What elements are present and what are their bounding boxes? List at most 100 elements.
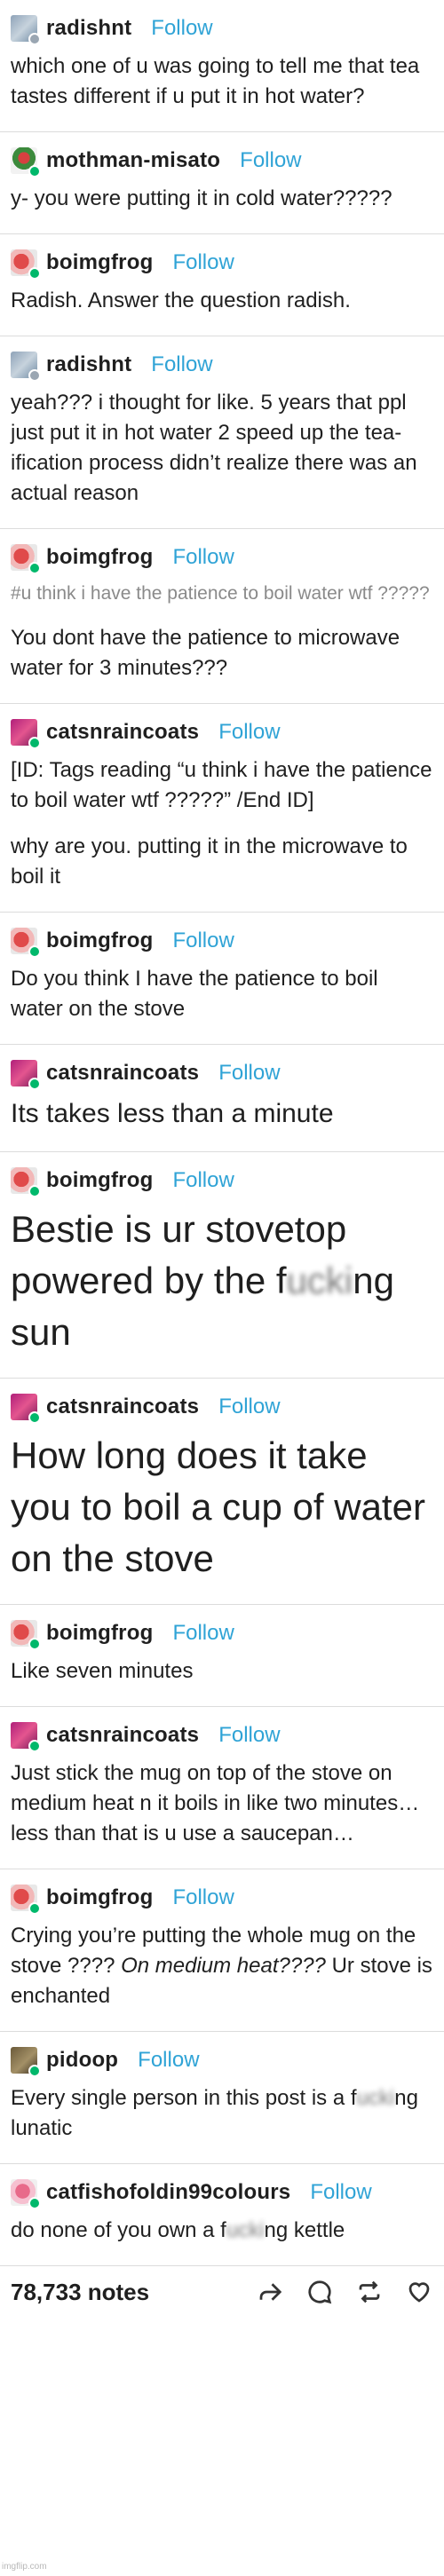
username[interactable]: catsnraincoats xyxy=(46,1723,199,1748)
username[interactable]: boimgfrog xyxy=(46,545,153,570)
follow-button[interactable]: Follow xyxy=(172,1168,234,1193)
username[interactable]: catsnraincoats xyxy=(46,720,199,745)
post-text: How long does it take you to boil a cup … xyxy=(11,1430,435,1584)
post-text: Its takes less than a minute xyxy=(11,1096,435,1132)
avatar[interactable] xyxy=(11,1394,41,1424)
text-segment: do none of you own a f xyxy=(11,2218,226,2242)
username[interactable]: boimgfrog xyxy=(46,1621,153,1646)
reblog-badge-icon xyxy=(28,737,41,749)
avatar[interactable] xyxy=(11,15,41,45)
post-header: catsnraincoats Follow xyxy=(11,1719,435,1752)
share-icon[interactable] xyxy=(256,2278,284,2306)
post-header: boimgfrog Follow xyxy=(11,1882,435,1915)
text-segment: Every single person in this post is a f xyxy=(11,2086,357,2110)
post: catsnraincoats Follow Just stick the mug o… xyxy=(0,1707,444,1869)
username[interactable]: catsnraincoats xyxy=(46,1395,199,1419)
reply-icon[interactable] xyxy=(305,2278,334,2306)
post-text: why are you. putting it in the microwave… xyxy=(11,832,435,892)
username[interactable]: boimgfrog xyxy=(46,250,153,275)
post: boimgfrog Follow Crying you’re putting the… xyxy=(0,1869,444,2032)
username[interactable]: boimgfrog xyxy=(46,928,153,953)
text-segment: yeah??? i thought for like. 5 years that… xyxy=(11,391,417,505)
avatar[interactable] xyxy=(11,1620,41,1650)
text-segment: On medium heat???? xyxy=(121,1954,326,1978)
reblog-badge-icon xyxy=(28,1078,41,1090)
username[interactable]: pidoop xyxy=(46,2048,118,2073)
post-header: catsnraincoats Follow xyxy=(11,716,435,749)
avatar[interactable] xyxy=(11,1722,41,1752)
follow-button[interactable]: Follow xyxy=(240,148,301,173)
reblog-badge-icon xyxy=(28,33,41,45)
post-header: catsnraincoats Follow xyxy=(11,1391,435,1424)
post-text: yeah??? i thought for like. 5 years that… xyxy=(11,388,435,509)
follow-button[interactable]: Follow xyxy=(172,1621,234,1646)
post-actions xyxy=(256,2278,433,2306)
avatar[interactable] xyxy=(11,719,41,749)
avatar[interactable] xyxy=(11,1167,41,1197)
follow-button[interactable]: Follow xyxy=(218,1395,280,1419)
reblog-icon[interactable] xyxy=(355,2278,384,2306)
post-text: [ID: Tags reading “u think i have the pa… xyxy=(11,755,435,816)
username[interactable]: radishnt xyxy=(46,16,131,41)
post-header: boimgfrog Follow xyxy=(11,1165,435,1197)
avatar[interactable] xyxy=(11,1885,41,1915)
post-text: Crying you’re putting the whole mug on t… xyxy=(11,1921,435,2011)
post: mothman-misato Follow y- you were putting … xyxy=(0,132,444,234)
post-header: radishnt Follow xyxy=(11,12,435,45)
imgflip-watermark: imgflip.com xyxy=(2,2562,47,2572)
follow-button[interactable]: Follow xyxy=(151,16,212,41)
avatar[interactable] xyxy=(11,2047,41,2077)
post: radishnt Follow yeah??? i thought for like… xyxy=(0,336,444,529)
reblog-badge-icon xyxy=(28,369,41,382)
post: catsnraincoats Follow How long does it tak… xyxy=(0,1379,444,1605)
post-header: catsnraincoats Follow xyxy=(11,1057,435,1090)
avatar[interactable] xyxy=(11,1060,41,1090)
reblog-badge-icon xyxy=(28,562,41,574)
post-text: Every single person in this post is a fu… xyxy=(11,2083,435,2144)
avatar[interactable] xyxy=(11,249,41,280)
follow-button[interactable]: Follow xyxy=(172,1885,234,1910)
username[interactable]: catsnraincoats xyxy=(46,1061,199,1086)
follow-button[interactable]: Follow xyxy=(310,2180,371,2205)
reblog-badge-icon xyxy=(28,2065,41,2077)
reblog-badge-icon xyxy=(28,1638,41,1650)
avatar[interactable] xyxy=(11,2179,41,2209)
follow-button[interactable]: Follow xyxy=(218,1061,280,1086)
avatar[interactable] xyxy=(11,928,41,958)
post-header: boimgfrog Follow xyxy=(11,1617,435,1650)
follow-button[interactable]: Follow xyxy=(151,352,212,377)
post-header: boimgfrog Follow xyxy=(11,925,435,958)
follow-button[interactable]: Follow xyxy=(218,1723,280,1748)
follow-button[interactable]: Follow xyxy=(138,2048,199,2073)
post-header: radishnt Follow xyxy=(11,349,435,382)
text-segment: How long does it take you to boil a cup … xyxy=(11,1434,425,1579)
username[interactable]: boimgfrog xyxy=(46,1168,153,1193)
reblog-badge-icon xyxy=(28,1185,41,1197)
follow-button[interactable]: Follow xyxy=(218,720,280,745)
reblog-badge-icon xyxy=(28,1740,41,1752)
avatar[interactable] xyxy=(11,147,41,178)
text-segment: #u think i have the patience to boil wat… xyxy=(11,583,430,604)
follow-button[interactable]: Follow xyxy=(172,250,234,275)
post-header: catfishofoldin99colours Follow xyxy=(11,2177,435,2209)
text-segment: Just stick the mug on top of the stove o… xyxy=(11,1761,420,1845)
follow-button[interactable]: Follow xyxy=(172,545,234,570)
post: pidoop Follow Every single person in this … xyxy=(0,2032,444,2164)
notes-count[interactable]: 78,733 notes xyxy=(11,2279,149,2306)
post: catsnraincoats Follow Its takes less than … xyxy=(0,1045,444,1152)
username[interactable]: boimgfrog xyxy=(46,1885,153,1910)
post: catfishofoldin99colours Follow do none of … xyxy=(0,2164,444,2266)
reblog-badge-icon xyxy=(28,1902,41,1915)
username[interactable]: catfishofoldin99colours xyxy=(46,2180,290,2205)
text-segment: You dont have the patience to microwave … xyxy=(11,626,400,680)
post-text: You dont have the patience to microwave … xyxy=(11,623,435,684)
username[interactable]: radishnt xyxy=(46,352,131,377)
post: boimgfrog Follow Do you think I have the p… xyxy=(0,913,444,1045)
username[interactable]: mothman-misato xyxy=(46,148,220,173)
follow-button[interactable]: Follow xyxy=(172,928,234,953)
avatar[interactable] xyxy=(11,352,41,382)
avatar[interactable] xyxy=(11,544,41,574)
censored-text: ucki xyxy=(286,1260,353,1301)
like-icon[interactable] xyxy=(405,2278,433,2306)
reblog-badge-icon xyxy=(28,267,41,280)
